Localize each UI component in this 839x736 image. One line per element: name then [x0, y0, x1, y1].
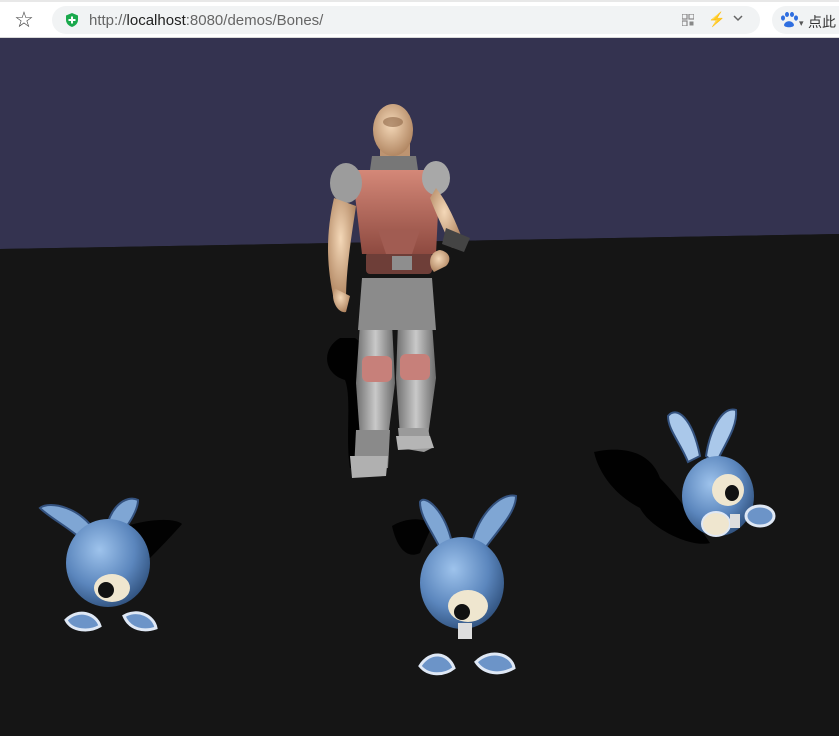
bookmark-star-icon[interactable]: ☆ [12, 7, 36, 32]
lightning-icon[interactable]: ⚡ [708, 11, 725, 28]
qr-code-icon[interactable] [682, 14, 694, 26]
tab-strip-edge [0, 0, 839, 2]
address-bar[interactable]: http://localhost:8080/demos/Bones/ ⚡ [52, 6, 760, 34]
browser-toolbar: ☆ http://localhost:8080/demos/Bones/ ⚡ ▾… [0, 0, 839, 38]
url-text[interactable]: http://localhost:8080/demos/Bones/ [89, 12, 323, 29]
baidu-paw-icon [781, 12, 798, 28]
scene-render [0, 38, 839, 736]
search-placeholder: 点此 [808, 14, 836, 30]
url-path: :8080/demos/Bones/ [185, 12, 324, 29]
url-host: localhost [126, 12, 186, 29]
search-box[interactable]: ▾ 点此 [772, 6, 839, 34]
engine-dropdown-icon[interactable]: ▾ [799, 18, 804, 29]
webgl-canvas[interactable] [0, 38, 839, 736]
url-prefix: http:// [89, 12, 127, 29]
chevron-down-icon[interactable] [732, 12, 744, 24]
shield-icon [66, 13, 78, 27]
